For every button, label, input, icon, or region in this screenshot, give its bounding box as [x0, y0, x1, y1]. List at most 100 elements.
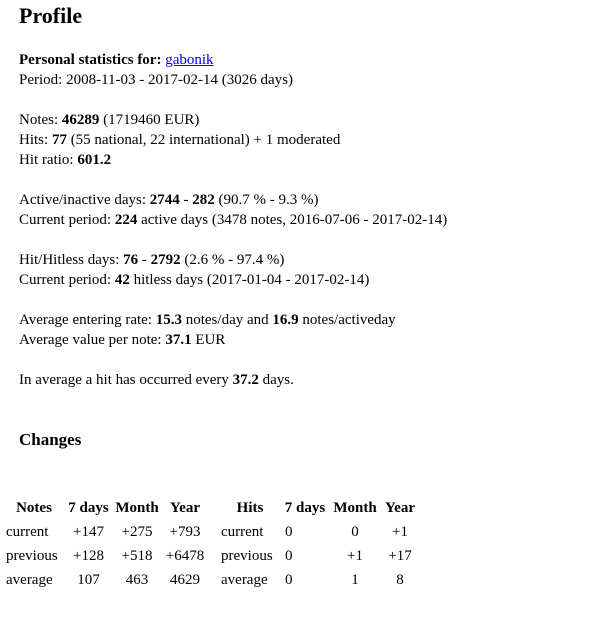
hitless-separator: - — [141, 252, 147, 268]
column-header: Year — [170, 500, 200, 516]
hit-ratio-label: Hit ratio: — [19, 152, 74, 168]
current-active-detail: active days (3478 notes, 2016-07-06 - 20… — [141, 212, 448, 228]
page-title: Profile — [19, 3, 83, 28]
table-row: average 107 463 4629 — [5, 569, 208, 591]
rate-per-day: 15.3 — [155, 312, 182, 328]
row-label: current — [221, 524, 264, 540]
entering-rate-line: Average entering rate: 15.3 notes/day an… — [19, 310, 396, 330]
hit-hitless-percent: (2.6 % - 97.4 %) — [184, 252, 285, 268]
hits-detail: (55 national, 22 international) + 1 mode… — [70, 132, 341, 148]
table-cell: +147 — [73, 524, 104, 540]
row-label: current — [6, 524, 49, 540]
current-period-label: Current period: — [19, 212, 112, 228]
table-row: previous +128 +518 +6478 — [5, 545, 208, 567]
table-header-row: Hits 7 days Month Year — [220, 497, 418, 519]
table-cell: 107 — [77, 572, 100, 588]
row-label: average — [6, 572, 53, 588]
table-cell: +6478 — [165, 548, 205, 564]
current-active-days: 224 — [114, 212, 138, 228]
row-label: previous — [6, 548, 58, 564]
hitless-days-block: Hit/Hitless days: 76 - 2792 (2.6 % - 97.… — [19, 250, 369, 290]
table-cell: +793 — [169, 524, 201, 540]
hit-interval-days: 37.2 — [232, 372, 259, 388]
table-cell: +518 — [121, 548, 153, 564]
table-cell: +1 — [392, 524, 408, 540]
rate-per-day-unit: notes/day and — [185, 312, 269, 328]
current-period-label: Current period: — [19, 272, 112, 288]
hits-label: Hits: — [19, 132, 49, 148]
table-cell: 1 — [351, 572, 359, 588]
table-cell: 0 — [351, 524, 359, 540]
hits-changes-table: Hits 7 days Month Year current 0 0 +1 pr… — [218, 495, 420, 593]
table-cell: 463 — [125, 572, 149, 588]
table-cell: +17 — [388, 548, 412, 564]
column-header: Year — [385, 500, 415, 516]
inactive-days-value: 282 — [192, 192, 215, 208]
table-row: current 0 0 +1 — [220, 521, 418, 543]
table-cell: 0 — [285, 524, 293, 540]
notes-line: Notes: 46289 (1719460 EUR) — [19, 110, 340, 130]
table-cell: +1 — [347, 548, 363, 564]
column-header: 7 days — [68, 500, 109, 516]
hit-interval-line: In average a hit has occurred every 37.2… — [19, 370, 294, 390]
period-label: Period: — [19, 72, 63, 88]
personal-stats-label: Personal statistics for: — [19, 52, 162, 68]
value-per-note-line: Average value per note: 37.1 EUR — [19, 330, 396, 350]
value-per-note-unit: EUR — [195, 332, 226, 348]
column-header: Month — [333, 500, 377, 516]
hits-count: 77 — [51, 132, 67, 148]
hit-hitless-line: Hit/Hitless days: 76 - 2792 (2.6 % - 97.… — [19, 250, 369, 270]
entering-rate-label: Average entering rate: — [19, 312, 152, 328]
current-hitless-period-line: Current period: 42 hitless days (2017-01… — [19, 270, 369, 290]
hit-days-value: 76 — [123, 252, 139, 268]
table-cell: +275 — [121, 524, 153, 540]
personal-stats-line: Personal statistics for: gabonik — [19, 50, 293, 70]
personal-stats-block: Personal statistics for: gabonik Period:… — [19, 50, 293, 90]
table-cell: +128 — [73, 548, 104, 564]
hit-interval-suffix: days. — [262, 372, 294, 388]
column-header: Notes — [16, 500, 52, 516]
table-cell: 8 — [396, 572, 404, 588]
column-header: Hits — [236, 500, 264, 516]
notes-label: Notes: — [19, 112, 59, 128]
hit-ratio-line: Hit ratio: 601.2 — [19, 150, 340, 170]
column-header: Month — [115, 500, 159, 516]
rate-per-activeday-unit: notes/activeday — [302, 312, 396, 328]
active-days-value: 2744 — [149, 192, 180, 208]
changes-heading: Changes — [19, 430, 82, 449]
hitless-days-value: 2792 — [150, 252, 181, 268]
active-inactive-label: Active/inactive days: — [19, 192, 147, 208]
active-days-block: Active/inactive days: 2744 - 282 (90.7 %… — [19, 190, 447, 230]
active-separator: - — [183, 192, 189, 208]
current-active-period-line: Current period: 224 active days (3478 no… — [19, 210, 447, 230]
hit-interval-block: In average a hit has occurred every 37.2… — [19, 370, 294, 390]
current-hitless-detail: hitless days (2017-01-04 - 2017-02-14) — [133, 272, 370, 288]
value-per-note: 37.1 — [165, 332, 192, 348]
value-per-note-label: Average value per note: — [19, 332, 162, 348]
notes-hits-block: Notes: 46289 (1719460 EUR) Hits: 77 (55 … — [19, 110, 340, 170]
rates-block: Average entering rate: 15.3 notes/day an… — [19, 310, 396, 350]
notes-changes-table: Notes 7 days Month Year current +147 +27… — [3, 495, 210, 593]
table-cell: 0 — [285, 572, 293, 588]
table-header-row: Notes 7 days Month Year — [5, 497, 208, 519]
table-cell: 4629 — [170, 572, 200, 588]
table-row: current +147 +275 +793 — [5, 521, 208, 543]
hit-ratio-value: 601.2 — [77, 152, 112, 168]
period-line: Period: 2008-11-03 - 2017-02-14 (3026 da… — [19, 70, 293, 90]
active-inactive-line: Active/inactive days: 2744 - 282 (90.7 %… — [19, 190, 447, 210]
rate-per-activeday: 16.9 — [272, 312, 299, 328]
hit-interval-prefix: In average a hit has occurred every — [19, 372, 229, 388]
row-label: average — [221, 572, 268, 588]
hits-line: Hits: 77 (55 national, 22 international)… — [19, 130, 340, 150]
notes-count: 46289 — [61, 112, 100, 128]
table-row: previous 0 +1 +17 — [220, 545, 418, 567]
notes-value: (1719460 EUR) — [103, 112, 200, 128]
current-hitless-days: 42 — [114, 272, 130, 288]
active-inactive-percent: (90.7 % - 9.3 %) — [218, 192, 319, 208]
row-label: previous — [221, 548, 273, 564]
table-row: average 0 1 8 — [220, 569, 418, 591]
table-cell: 0 — [285, 548, 293, 564]
column-header: 7 days — [284, 500, 326, 516]
username-link[interactable]: gabonik — [165, 52, 213, 68]
period-value: 2008-11-03 - 2017-02-14 (3026 days) — [66, 72, 293, 88]
